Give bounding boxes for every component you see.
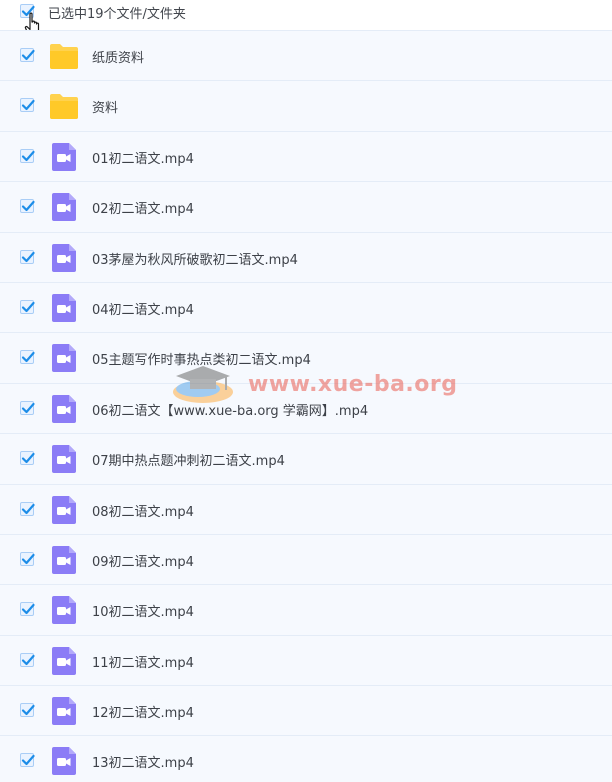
check-icon [21, 553, 35, 565]
file-name[interactable]: 资料 [92, 97, 118, 116]
video-file-icon [52, 243, 76, 272]
row-checkbox[interactable] [20, 249, 35, 264]
check-icon [21, 352, 35, 363]
file-name[interactable]: 09初二语文.mp4 [92, 551, 194, 570]
row-checkbox[interactable] [20, 451, 35, 466]
check-icon [21, 150, 35, 161]
row-checkbox[interactable] [20, 703, 35, 718]
check-icon [21, 503, 35, 514]
file-name[interactable]: 12初二语文.mp4 [92, 702, 194, 721]
file-name[interactable]: 02初二语文.mp4 [92, 198, 194, 217]
check-icon [21, 201, 35, 212]
check-icon [21, 100, 35, 111]
folder-row[interactable]: 纸质资料 [0, 30, 612, 81]
file-row[interactable]: 04初二语文.mp4 [0, 281, 612, 333]
row-checkbox[interactable] [20, 652, 35, 667]
file-row[interactable]: 03茅屋为秋风所破歌初二语文.mp4 [0, 231, 612, 282]
file-name[interactable]: 纸质资料 [92, 47, 144, 66]
file-row[interactable]: 12初二语文.mp4 [0, 685, 612, 736]
row-checkbox[interactable] [20, 48, 35, 62]
check-icon [21, 604, 35, 615]
check-icon [21, 755, 35, 766]
file-row[interactable]: 01初二语文.mp4 [0, 130, 612, 182]
check-icon [21, 301, 35, 313]
file-name[interactable]: 04初二语文.mp4 [92, 299, 194, 318]
file-row[interactable]: 07期中热点题冲刺初二语文.mp4 [0, 433, 612, 484]
row-checkbox[interactable] [20, 400, 35, 415]
check-icon [21, 453, 35, 464]
check-icon [21, 251, 35, 262]
folder-icon [50, 94, 78, 120]
video-file-icon [52, 142, 76, 171]
check-icon [21, 49, 35, 61]
file-name[interactable]: 13初二语文.mp4 [92, 752, 194, 771]
video-file-icon [52, 394, 76, 423]
row-checkbox[interactable] [20, 602, 35, 617]
file-name[interactable]: 05主题写作时事热点类初二语文.mp4 [92, 349, 311, 368]
row-checkbox[interactable] [20, 199, 35, 214]
video-file-icon [52, 747, 76, 776]
video-file-icon [52, 495, 76, 524]
row-checkbox[interactable] [20, 753, 35, 768]
file-row[interactable]: 10初二语文.mp4 [0, 584, 612, 635]
video-file-icon [52, 596, 76, 625]
video-file-icon [52, 193, 76, 222]
video-file-icon [52, 445, 76, 474]
video-file-icon [52, 344, 76, 373]
video-file-icon [52, 646, 76, 675]
row-checkbox[interactable] [20, 350, 35, 365]
file-name[interactable]: 08初二语文.mp4 [92, 501, 194, 520]
row-checkbox[interactable] [20, 98, 35, 113]
file-name[interactable]: 01初二语文.mp4 [92, 148, 194, 167]
selection-count-text: 已选中19个文件/文件夹 [48, 7, 186, 22]
file-name[interactable]: 07期中热点题冲刺初二语文.mp4 [92, 450, 285, 469]
video-file-icon [52, 293, 76, 322]
check-icon [21, 402, 35, 413]
check-icon [21, 704, 35, 716]
file-row[interactable]: 06初二语文【www.xue-ba.org 学霸网】.mp4 [0, 382, 612, 434]
file-row[interactable]: 08初二语文.mp4 [0, 483, 612, 534]
file-name[interactable]: 11初二语文.mp4 [92, 652, 194, 671]
video-file-icon [52, 545, 76, 574]
selection-header: 已选中19个文件/文件夹 [0, 0, 612, 30]
file-row[interactable]: 13初二语文.mp4 [0, 735, 612, 782]
row-checkbox[interactable] [20, 148, 35, 163]
file-row[interactable]: 05主题写作时事热点类初二语文.mp4 [0, 332, 612, 383]
row-checkbox[interactable] [20, 501, 35, 516]
file-name[interactable]: 03茅屋为秋风所破歌初二语文.mp4 [92, 249, 298, 268]
file-name[interactable]: 10初二语文.mp4 [92, 601, 194, 620]
check-icon [21, 654, 35, 665]
row-checkbox[interactable] [20, 551, 35, 566]
file-row[interactable]: 09初二语文.mp4 [0, 533, 612, 585]
file-row[interactable]: 11初二语文.mp4 [0, 634, 612, 686]
folder-icon [50, 44, 78, 69]
row-checkbox[interactable] [20, 299, 35, 314]
file-name[interactable]: 06初二语文【www.xue-ba.org 学霸网】.mp4 [92, 400, 368, 419]
folder-row[interactable]: 资料 [0, 80, 612, 131]
video-file-icon [52, 697, 76, 726]
file-manager: 已选中19个文件/文件夹 纸质资料资料 01初二语文.mp4 02初二语文.mp4 0… [0, 0, 612, 782]
file-list: 纸质资料资料 01初二语文.mp4 02初二语文.mp4 03茅屋为秋风所破歌初二语文… [0, 30, 612, 782]
file-row[interactable]: 02初二语文.mp4 [0, 181, 612, 232]
